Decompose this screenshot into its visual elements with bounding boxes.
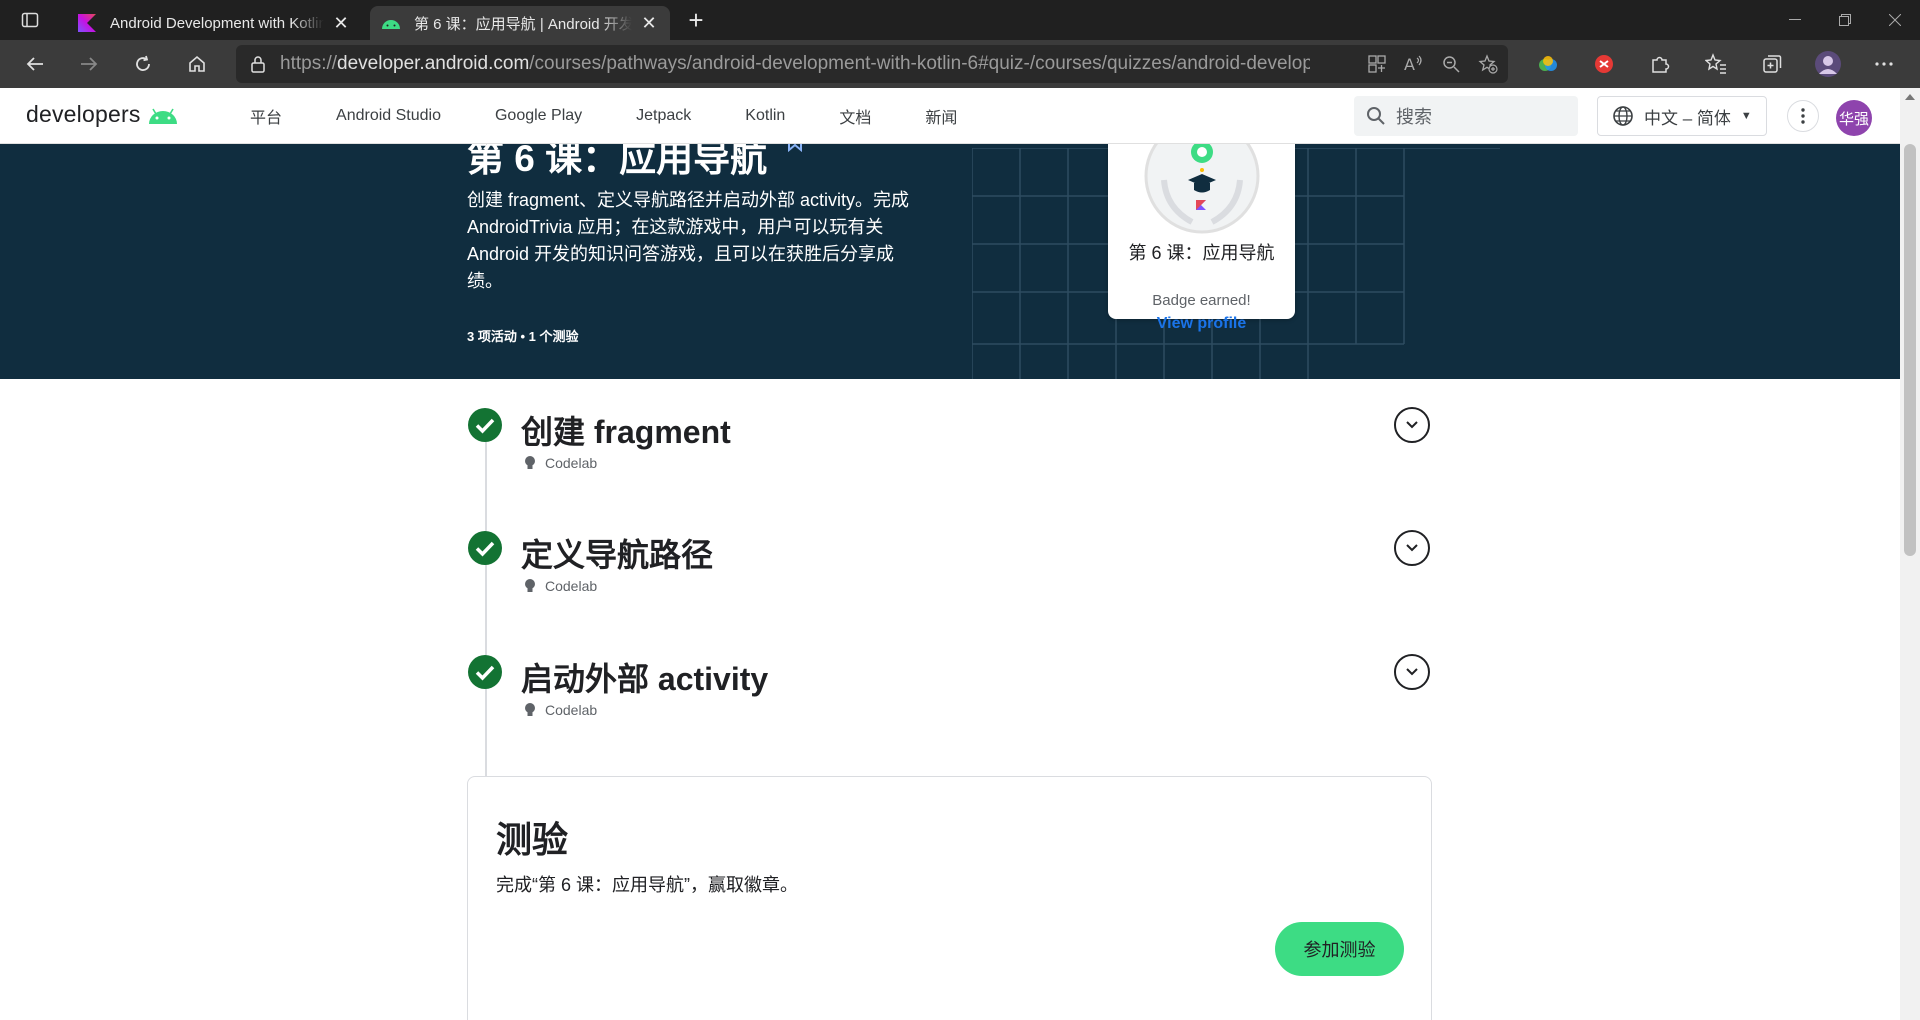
quiz-title: 测验 bbox=[496, 819, 569, 860]
close-window-icon[interactable] bbox=[1870, 0, 1920, 40]
nav-item-google-play[interactable]: Google Play bbox=[495, 107, 582, 125]
back-icon[interactable] bbox=[14, 43, 56, 85]
page-scrollbar[interactable] bbox=[1900, 88, 1920, 1020]
scrollbar-thumb[interactable] bbox=[1904, 144, 1916, 556]
new-tab-button[interactable]: + bbox=[678, 2, 714, 38]
check-circle-icon bbox=[468, 531, 502, 565]
url-text[interactable]: https://developer.android.com/courses/pa… bbox=[280, 53, 1310, 75]
kotlin-icon bbox=[78, 14, 96, 32]
reader-view-icon[interactable] bbox=[1368, 55, 1386, 73]
scroll-up-icon[interactable] bbox=[1905, 94, 1915, 100]
more-options-icon[interactable] bbox=[1787, 100, 1819, 132]
activity-type: Codelab bbox=[523, 455, 597, 471]
add-favorite-icon[interactable] bbox=[1478, 54, 1498, 74]
timeline-line bbox=[485, 426, 487, 806]
globe-icon bbox=[1613, 106, 1633, 126]
home-icon[interactable] bbox=[176, 43, 218, 85]
expand-button[interactable] bbox=[1394, 654, 1430, 690]
chevron-down-icon: ▼ bbox=[1740, 110, 1752, 122]
activity-type: Codelab bbox=[523, 578, 597, 594]
tab-actions-icon[interactable] bbox=[12, 2, 48, 38]
badge-icon bbox=[1144, 130, 1260, 234]
refresh-icon[interactable] bbox=[122, 43, 164, 85]
badge-status: Badge earned! bbox=[1152, 292, 1251, 309]
activity-type: Codelab bbox=[523, 702, 597, 718]
browser-tab-active[interactable]: 第 6 课：应用导航 | Android 开发者 ✕ bbox=[370, 6, 670, 40]
search-placeholder: 搜索 bbox=[1396, 107, 1432, 127]
minimize-icon[interactable] bbox=[1770, 0, 1820, 40]
android-head-icon bbox=[148, 108, 177, 124]
tab-title: 第 6 课：应用导航 | Android 开发者 bbox=[414, 15, 632, 33]
profile-avatar-icon[interactable] bbox=[1800, 40, 1856, 88]
browser-tab-strip: Android Development with Kotlin ✕ 第 6 课：… bbox=[0, 0, 1920, 40]
check-circle-icon bbox=[468, 655, 502, 689]
view-profile-link[interactable]: View profile bbox=[1108, 315, 1295, 333]
language-label: 中文 – 简体 bbox=[1644, 108, 1731, 128]
extensions-icon[interactable] bbox=[1632, 40, 1688, 88]
nav-item-docs[interactable]: 文档 bbox=[839, 104, 871, 128]
read-aloud-icon[interactable]: A bbox=[1404, 55, 1424, 73]
expand-button[interactable] bbox=[1394, 407, 1430, 443]
more-menu-icon[interactable] bbox=[1856, 40, 1912, 88]
badge-card: 第 6 课：应用导航 Badge earned! View profile bbox=[1108, 130, 1295, 332]
lock-icon[interactable] bbox=[250, 55, 266, 73]
chevron-down-icon bbox=[1406, 668, 1418, 676]
expand-button[interactable] bbox=[1394, 530, 1430, 566]
extension-red-icon[interactable] bbox=[1576, 40, 1632, 88]
activity-title[interactable]: 启动外部 activity bbox=[521, 654, 768, 700]
activity-title[interactable]: 定义导航路径 bbox=[521, 530, 713, 576]
check-circle-icon bbox=[468, 408, 502, 442]
nav-item-platform[interactable]: 平台 bbox=[250, 104, 282, 128]
nav-item-kotlin[interactable]: Kotlin bbox=[745, 107, 785, 125]
search-input[interactable]: 搜索 bbox=[1354, 96, 1578, 136]
close-tab-icon[interactable]: ✕ bbox=[638, 12, 660, 34]
forward-icon[interactable] bbox=[68, 43, 110, 85]
nav-item-news[interactable]: 新闻 bbox=[925, 104, 957, 128]
quiz-card: 测验 完成“第 6 课：应用导航”，赢取徽章。 参加测验 bbox=[467, 776, 1432, 1020]
user-avatar[interactable]: 华强 bbox=[1836, 100, 1872, 136]
nav-item-jetpack[interactable]: Jetpack bbox=[636, 107, 691, 125]
lightbulb-icon bbox=[525, 579, 535, 592]
chevron-down-icon bbox=[1406, 544, 1418, 552]
chevron-down-icon bbox=[1406, 421, 1418, 429]
developers-logo[interactable]: developers bbox=[26, 101, 179, 128]
site-header: developers 平台 Android Studio Google Play… bbox=[0, 88, 1900, 144]
browser-tab[interactable]: Android Development with Kotlin ✕ bbox=[66, 6, 362, 40]
address-toolbar: https://developer.android.com/courses/pa… bbox=[0, 40, 1920, 88]
activity-title[interactable]: 创建 fragment bbox=[521, 407, 731, 453]
lightbulb-icon bbox=[525, 703, 535, 716]
close-tab-icon[interactable]: ✕ bbox=[330, 12, 352, 34]
nav-item-android-studio[interactable]: Android Studio bbox=[336, 107, 441, 125]
language-select[interactable]: 中文 – 简体 ▼ bbox=[1597, 96, 1767, 136]
quiz-description: 完成“第 6 课：应用导航”，赢取徽章。 bbox=[496, 875, 798, 895]
svg-text:A: A bbox=[1404, 55, 1415, 73]
lesson-description: 创建 fragment、定义导航路径并启动外部 activity。完成 Andr… bbox=[467, 190, 910, 291]
web-page: 第 6 课：应用导航 创建 fragment、定义导航路径并启动外部 activ… bbox=[0, 88, 1920, 1020]
search-icon bbox=[1367, 107, 1385, 125]
address-bar[interactable]: https://developer.android.com/courses/pa… bbox=[236, 45, 1508, 83]
collections-icon[interactable] bbox=[1744, 40, 1800, 88]
zoom-icon[interactable] bbox=[1442, 55, 1460, 73]
extension-globe-icon[interactable] bbox=[1520, 40, 1576, 88]
android-icon bbox=[382, 20, 400, 29]
favorites-icon[interactable] bbox=[1688, 40, 1744, 88]
badge-name: 第 6 课：应用导航 bbox=[1128, 243, 1275, 263]
tab-title: Android Development with Kotlin bbox=[110, 14, 324, 32]
lesson-meta: 3 项活动 • 1 个测验 bbox=[467, 329, 579, 344]
top-navigation: 平台 Android Studio Google Play Jetpack Ko… bbox=[250, 88, 1011, 144]
restore-icon[interactable] bbox=[1820, 0, 1870, 40]
lightbulb-icon bbox=[525, 456, 535, 469]
take-quiz-button[interactable]: 参加测验 bbox=[1275, 922, 1404, 976]
